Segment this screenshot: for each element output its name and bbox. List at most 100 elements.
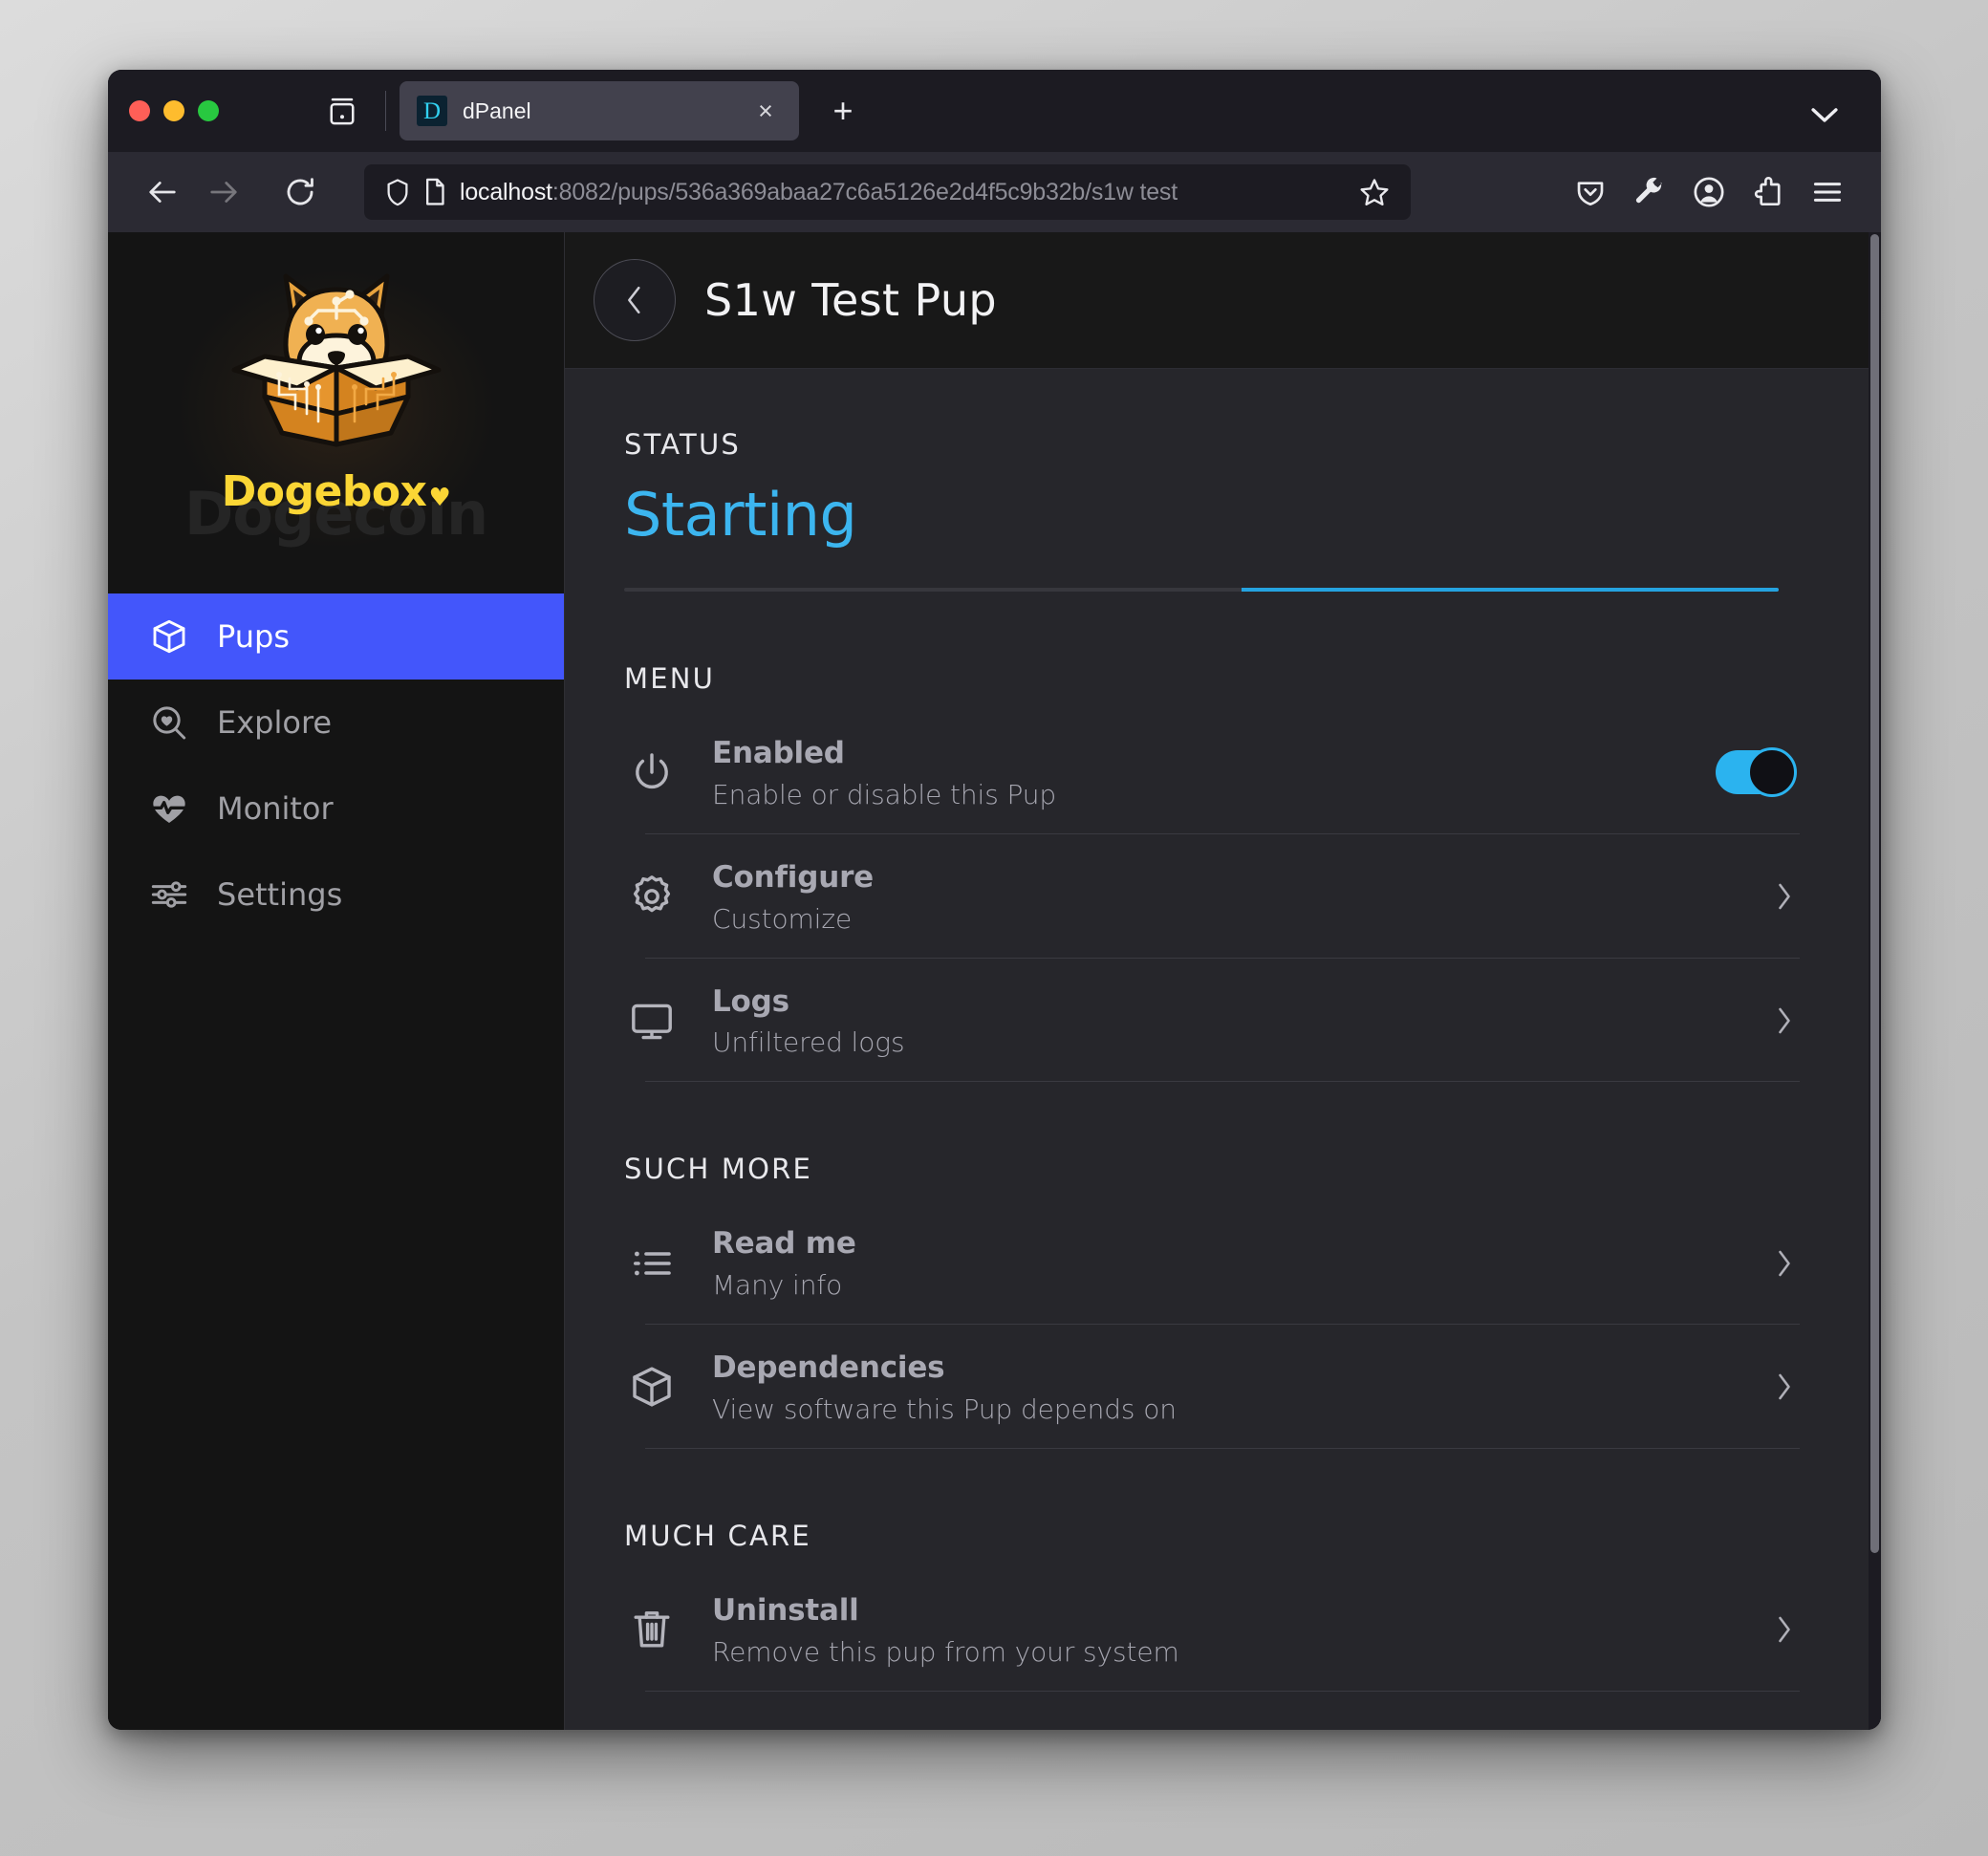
row-uninstall[interactable]: Uninstall Remove this pup from your syst… [634,1567,1800,1692]
much-care-section-label: MUCH CARE [624,1519,811,1552]
sidebar-item-pups[interactable]: Pups [108,593,564,680]
row-title: Read me [712,1226,856,1262]
menu-rows: Enabled Enable or disable this Pup Confi… [624,710,1800,1083]
row-text: Uninstall Remove this pup from your syst… [712,1592,1733,1668]
toggle-knob [1747,747,1797,798]
heart-pulse-icon [148,788,190,830]
brand-name-text: Dogebox [221,467,427,516]
window-zoom-button[interactable] [198,100,219,121]
sidebar-nav-list: Pups Explore Monitor Settings [108,593,564,938]
status-section: STATUS Starting [624,428,1800,592]
row-dependencies[interactable]: Dependencies View software this Pup depe… [633,1325,1800,1449]
page-info-icon[interactable] [423,178,446,206]
tab-favicon-icon: D [417,96,447,126]
wrench-icon[interactable] [1623,165,1676,219]
app-menu-icon[interactable] [1801,165,1854,219]
tab-close-icon[interactable]: × [749,95,782,127]
url-bar[interactable]: localhost:8082/pups/536a369abaa27c6a5126… [364,164,1411,220]
tab-strip-right-controls [1801,91,1848,139]
row-title: Logs [712,983,789,1019]
brand-block: Dogecoin Dogebox ♥ [108,232,564,593]
such-more-section: SUCH MORE Read me Many info Dependencies… [624,1153,1800,1449]
chevron-right-icon[interactable] [1765,1002,1804,1040]
gear-icon [624,869,680,924]
bookmark-star-icon[interactable] [1353,171,1395,213]
row-enabled[interactable]: Enabled Enable or disable this Pup [636,710,1800,834]
window-minimize-button[interactable] [163,100,184,121]
chevron-right-icon[interactable] [1765,1244,1804,1283]
status-value: Starting [624,480,857,550]
row-title: Configure [712,859,875,895]
sliders-icon [148,874,190,916]
back-button[interactable] [135,164,190,220]
window-close-button[interactable] [129,100,150,121]
row-read-me[interactable]: Read me Many info [634,1200,1800,1325]
chevron-down-icon [1811,108,1838,122]
shield-icon[interactable] [385,178,410,206]
row-configure[interactable]: Configure Customize [633,834,1800,959]
app-sidebar: Dogecoin Dogebox ♥ Pups Explore Monitor … [108,232,565,1730]
browser-tab-dpanel[interactable]: D dPanel × [400,81,799,140]
such-more-section-label: SUCH MORE [624,1153,813,1186]
status-progress-fill [1242,588,1779,592]
row-title: Enabled [712,736,845,770]
row-title: Dependencies [712,1350,945,1385]
row-text: Dependencies View software this Pup depe… [712,1349,1733,1425]
row-text: Logs Unfiltered logs [712,983,1733,1059]
tab-strip: D dPanel × + [108,70,1881,152]
row-subtitle: Customize [712,902,853,935]
firefox-view-button[interactable] [313,70,372,152]
url-path: :8082/pups/536a369abaa27c6a5126e2d4f5c9b… [551,178,1178,205]
chevron-right-icon[interactable] [1765,1368,1804,1406]
list-all-tabs-button[interactable] [1801,91,1848,139]
url-host: localhost [460,178,552,205]
row-subtitle: Remove this pup from your system [712,1635,1179,1668]
package-icon [624,1359,680,1414]
account-icon[interactable] [1682,165,1736,219]
back-to-pups-button[interactable] [594,259,676,341]
dogebox-shiba-logo [227,253,446,464]
reload-button[interactable] [272,164,328,220]
sidebar-item-monitor[interactable]: Monitor [108,766,564,852]
tab-strip-divider [385,91,386,131]
menu-section: MENU Enabled Enable or disable this Pup … [624,662,1800,1083]
main-body: STATUS Starting MENU Enabled Enable or d… [565,369,1881,1730]
toolbar-right-icons [1564,165,1854,219]
pocket-icon[interactable] [1564,165,1617,219]
chevron-left-icon [628,286,640,314]
new-tab-button[interactable]: + [820,88,866,134]
heart-icon: ♥ [428,483,451,512]
search-heart-icon [148,701,190,744]
page-content: Dogecoin Dogebox ♥ Pups Explore Monitor … [108,232,1881,1730]
sidebar-item-label: Monitor [217,790,334,827]
row-subtitle: Unfiltered logs [712,1026,905,1059]
status-section-label: STATUS [624,428,742,461]
row-subtitle: View software this Pup depends on [712,1392,1177,1425]
scrollbar-thumb[interactable] [1870,234,1879,1553]
extensions-icon[interactable] [1741,165,1795,219]
firefox-view-icon [330,97,355,125]
tab-title: dPanel [463,97,531,123]
row-title: Uninstall [712,1592,859,1628]
chevron-right-icon[interactable] [1765,877,1804,916]
sidebar-item-explore[interactable]: Explore [108,680,564,766]
page-title: S1w Test Pup [704,274,998,326]
row-subtitle: Many info [712,1269,843,1301]
row-logs[interactable]: Logs Unfiltered logs [632,959,1800,1083]
row-subtitle: Enable or disable this Pup [712,778,1057,810]
arrow-left-icon [149,182,176,203]
brand-name: Dogebox ♥ [222,467,451,516]
package-icon [148,615,190,658]
chevron-right-icon[interactable] [1765,1610,1804,1649]
enabled-toggle[interactable] [1716,747,1797,798]
main-header: S1w Test Pup [565,232,1881,369]
url-text[interactable]: localhost:8082/pups/536a369abaa27c6a5126… [460,179,1340,206]
such-more-rows: Read me Many info Dependencies View soft… [624,1200,1800,1449]
row-text: Configure Customize [712,859,1733,935]
power-icon [624,745,680,800]
menu-section-label: MENU [624,662,716,695]
page-scrollbar[interactable] [1869,232,1881,1730]
sidebar-item-label: Explore [217,704,333,741]
forward-button[interactable] [196,164,251,220]
sidebar-item-settings[interactable]: Settings [108,852,564,938]
